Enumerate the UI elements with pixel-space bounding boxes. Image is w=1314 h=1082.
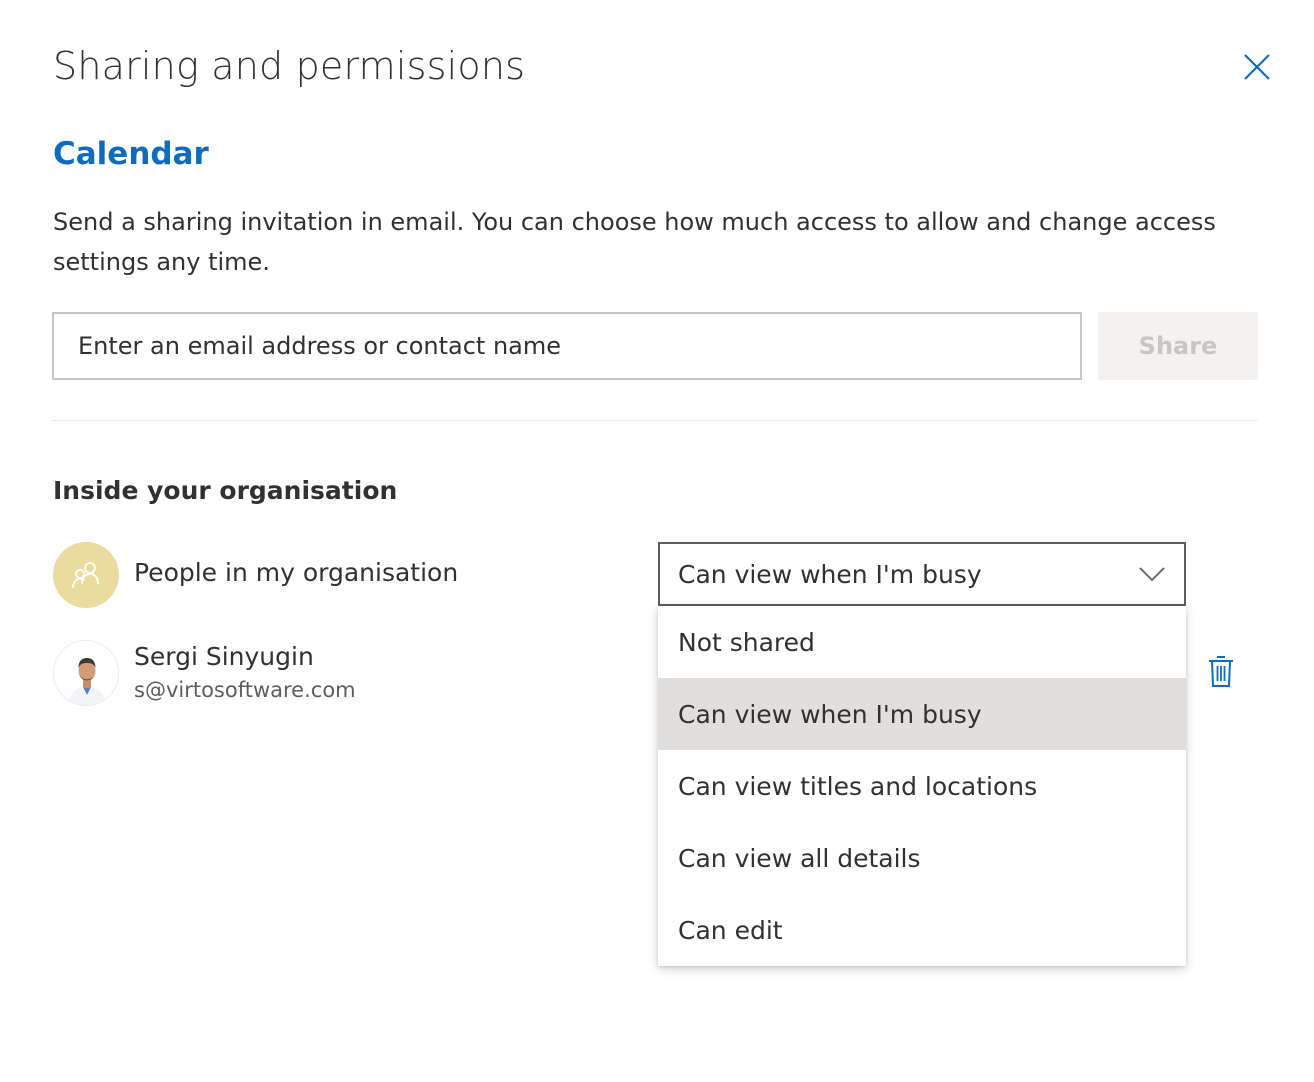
option-can-view-busy[interactable]: Can view when I'm busy (658, 678, 1186, 750)
section-divider (52, 420, 1258, 421)
dialog-title: Sharing and permissions (53, 44, 526, 88)
people-icon (72, 562, 99, 589)
chevron-down-icon (1139, 567, 1165, 582)
option-can-view-all-details[interactable]: Can view all details (658, 822, 1186, 894)
user-email: s@virtosoftware.com (134, 678, 356, 702)
user-name: Sergi Sinyugin (134, 642, 314, 671)
trash-icon (1209, 656, 1233, 687)
email-input[interactable] (52, 312, 1082, 380)
share-button[interactable]: Share (1098, 312, 1258, 380)
org-avatar (53, 542, 119, 608)
permission-dropdown: Not shared Can view when I'm busy Can vi… (658, 606, 1186, 966)
option-can-edit[interactable]: Can edit (658, 894, 1186, 966)
permission-select-value: Can view when I'm busy (678, 559, 982, 589)
option-not-shared[interactable]: Not shared (658, 606, 1186, 678)
sharing-description: Send a sharing invitation in email. You … (53, 208, 1216, 276)
avatar (53, 640, 119, 706)
calendar-title: Calendar (53, 136, 209, 172)
delete-user-button[interactable] (1202, 650, 1240, 692)
inside-org-heading: Inside your organisation (53, 476, 398, 505)
close-icon (1244, 54, 1270, 80)
org-label: People in my organisation (134, 558, 459, 587)
permission-select[interactable]: Can view when I'm busy (658, 542, 1186, 606)
close-button[interactable] (1236, 46, 1278, 88)
option-can-view-titles-locations[interactable]: Can view titles and locations (658, 750, 1186, 822)
user-photo (54, 641, 118, 705)
